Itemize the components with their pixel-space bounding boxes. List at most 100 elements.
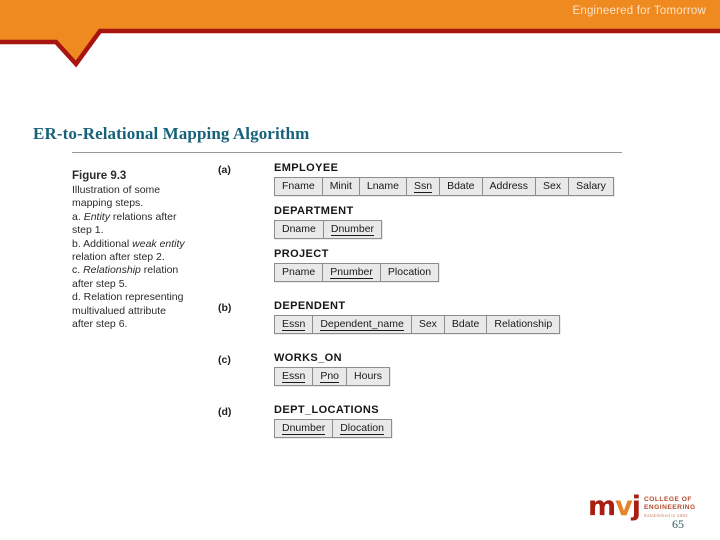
attribute-label: Dnumber bbox=[282, 422, 326, 435]
attribute-label: Dlocation bbox=[340, 422, 384, 435]
relation-group-label: (b) bbox=[218, 302, 232, 314]
relation-schema-table: Dnumber Dlocation bbox=[274, 419, 392, 438]
attribute-label: Bdate bbox=[447, 180, 475, 192]
attribute-label: Minit bbox=[329, 180, 352, 192]
figure-caption-line: d. Relation representing bbox=[72, 291, 200, 304]
figure-divider bbox=[72, 152, 622, 153]
caption-text: after step 6. bbox=[72, 317, 128, 330]
figure-caption-line: c. Relationship relation bbox=[72, 264, 200, 277]
logo-line-college: COLLEGE OF bbox=[644, 496, 692, 503]
attribute-cell: Lname bbox=[359, 178, 407, 195]
relation-group: (c) WORKS_ON Essn Pno Hours bbox=[218, 352, 632, 386]
attribute-label: Pnumber bbox=[330, 266, 373, 279]
relation-schema-table: Essn Pno Hours bbox=[274, 367, 391, 386]
attribute-label: Dnumber bbox=[330, 223, 375, 236]
attribute-cell-primary-key: Dependent_name bbox=[313, 316, 412, 333]
logo-wordmark: mvj bbox=[588, 491, 641, 522]
relation-name: WORKS_ON bbox=[274, 352, 342, 364]
attribute-label: Sex bbox=[418, 318, 437, 330]
red-chevron-rule bbox=[0, 28, 720, 68]
relation-group: (d) DEPT_LOCATIONS Dnumber Dlocation bbox=[218, 404, 632, 438]
relation-block: DEPT_LOCATIONS Dnumber Dlocation bbox=[274, 404, 632, 438]
figure-caption-line: mapping steps. bbox=[72, 197, 200, 210]
caption-text: d. Relation representing bbox=[72, 291, 184, 304]
logo-letter-m: m bbox=[588, 491, 616, 522]
logo-letter-j: j bbox=[631, 491, 641, 522]
logo-letter-v: v bbox=[615, 491, 633, 522]
relation-group: (b) DEPENDENT Essn Dependent_name Sex Bdate Re… bbox=[218, 300, 632, 334]
attribute-cell-primary-key: Pnumber bbox=[323, 264, 381, 281]
attribute-cell: Dname bbox=[275, 221, 324, 238]
attribute-cell: Hours bbox=[347, 368, 390, 385]
page-number: 65 bbox=[672, 517, 684, 531]
attribute-cell: Minit bbox=[322, 178, 360, 195]
logo-line-engineering: ENGINEERING bbox=[644, 504, 696, 511]
caption-text: after step 5. bbox=[72, 277, 128, 290]
figure-caption-title: Figure 9.3 bbox=[72, 170, 127, 182]
attribute-cell-primary-key: Dnumber bbox=[275, 420, 334, 437]
caption-text: relation bbox=[140, 264, 179, 277]
relation-name: DEPT_LOCATIONS bbox=[274, 404, 380, 416]
caption-text: mapping steps. bbox=[72, 197, 144, 210]
relation-group-label: (a) bbox=[218, 164, 231, 176]
caption-text: Illustration of some bbox=[72, 183, 161, 196]
relation-group: (a) EMPLOYEE Fname Minit Lname Ssn Bdate Addres… bbox=[218, 162, 632, 282]
figure-area: Figure 9.3 Illustration of some mapping st… bbox=[72, 162, 632, 472]
attribute-cell: Bdate bbox=[440, 178, 483, 195]
relation-group-label: (d) bbox=[218, 406, 232, 418]
caption-emphasis: Entity bbox=[83, 210, 110, 223]
relation-schema-table: Pname Pnumber Plocation bbox=[274, 263, 440, 282]
figure-caption-line: relation after step 2. bbox=[72, 251, 200, 264]
relation-block: WORKS_ON Essn Pno Hours bbox=[274, 352, 632, 386]
attribute-cell-primary-key: Essn bbox=[275, 316, 314, 333]
attribute-label: Address bbox=[489, 180, 529, 192]
caption-text: a. bbox=[72, 210, 84, 223]
logo-subtitle: COLLEGE OF ENGINEERING Established in 19… bbox=[644, 496, 698, 519]
attribute-cell: Address bbox=[482, 178, 537, 195]
attribute-label: Essn bbox=[282, 370, 306, 383]
attribute-label: Essn bbox=[282, 318, 306, 331]
attribute-label: Fname bbox=[282, 180, 315, 192]
attribute-cell-primary-key: Ssn bbox=[406, 178, 441, 195]
header-tagline: Engineered for Tomorrow bbox=[572, 5, 706, 17]
attribute-label: Sex bbox=[543, 180, 562, 192]
attribute-cell: Bdate bbox=[444, 316, 488, 333]
attribute-label: Pname bbox=[282, 266, 316, 278]
figure-caption-line: Illustration of some bbox=[72, 184, 200, 197]
attribute-cell: Sex bbox=[536, 178, 570, 195]
relation-name: EMPLOYEE bbox=[274, 162, 339, 174]
relation-group-label: (c) bbox=[218, 354, 231, 366]
figure-caption: Figure 9.3 Illustration of some mapping st… bbox=[72, 170, 200, 331]
attribute-cell: Salary bbox=[569, 178, 613, 195]
attribute-label: Salary bbox=[576, 180, 606, 192]
attribute-cell-primary-key: Dnumber bbox=[323, 221, 382, 238]
attribute-cell-primary-key: Essn bbox=[275, 368, 314, 385]
caption-text: multivalued attribute bbox=[72, 304, 166, 317]
relation-name: DEPARTMENT bbox=[274, 205, 354, 217]
header-banner: Engineered for Tomorrow bbox=[0, 0, 720, 72]
relation-schema-table: Dname Dnumber bbox=[274, 220, 383, 239]
relation-schema-table: Fname Minit Lname Ssn Bdate Address Sex Salary bbox=[274, 177, 614, 196]
figure-caption-line: after step 5. bbox=[72, 278, 200, 291]
attribute-label: Hours bbox=[354, 370, 383, 382]
attribute-cell: Pname bbox=[275, 264, 324, 281]
caption-text: relations after bbox=[109, 210, 177, 223]
relation-name: PROJECT bbox=[274, 248, 329, 260]
attribute-cell: Fname bbox=[275, 178, 323, 195]
attribute-label: Lname bbox=[366, 180, 399, 192]
relation-schema-table: Essn Dependent_name Sex Bdate Relationship bbox=[274, 315, 561, 334]
caption-emphasis: Relationship bbox=[83, 264, 141, 277]
attribute-label: Bdate bbox=[451, 318, 480, 330]
logo-line-established: Established in 1982 bbox=[644, 513, 688, 518]
attribute-label: Dname bbox=[282, 223, 316, 235]
page-title: ER-to-Relational Mapping Algorithm bbox=[33, 124, 310, 143]
attribute-label: Pno bbox=[320, 370, 340, 383]
attribute-label: Ssn bbox=[413, 180, 433, 193]
relations-column: (a) EMPLOYEE Fname Minit Lname Ssn Bdate Addres… bbox=[218, 162, 632, 438]
attribute-label: Plocation bbox=[387, 266, 432, 278]
